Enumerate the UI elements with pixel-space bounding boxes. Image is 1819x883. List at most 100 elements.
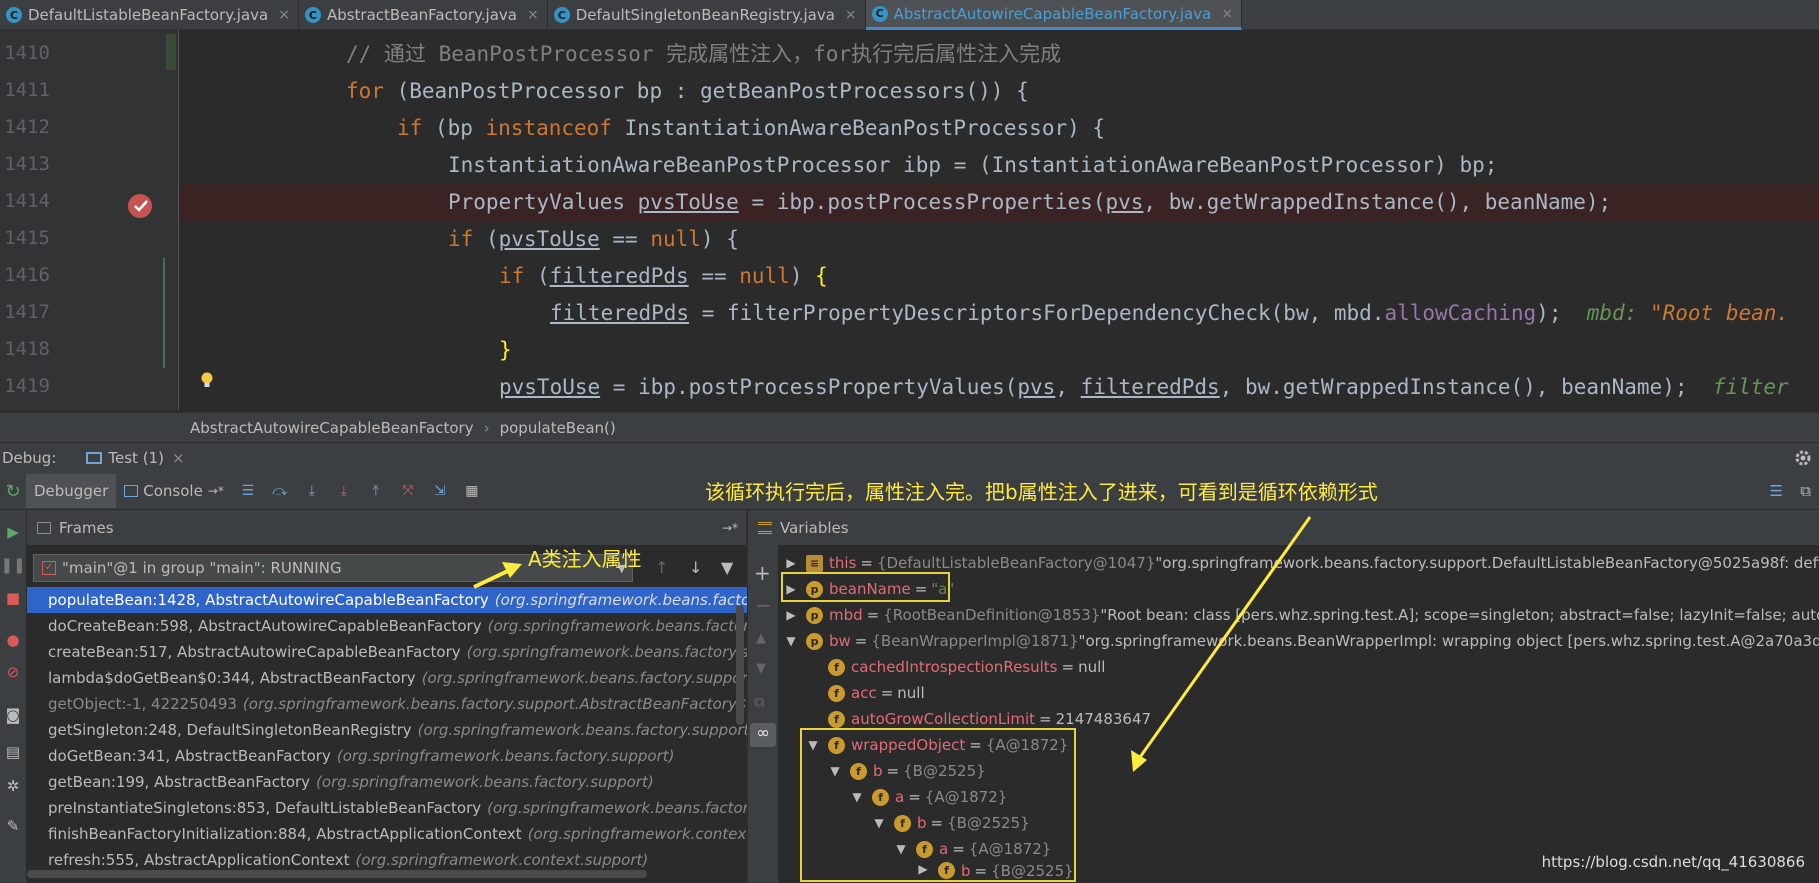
equals: = <box>860 554 873 572</box>
frame-package: (org.springframework.beans.factory.suppo… <box>421 669 747 687</box>
frame-package: (org.springframework.beans.factory.s <box>494 591 747 609</box>
tab-label: AbstractAutowireCapableBeanFactory.java <box>893 4 1212 23</box>
code-text: = ibp.postProcessPropertyValues( <box>600 375 1018 399</box>
line-number: 1411 <box>4 79 50 101</box>
remove-watch-icon[interactable]: − <box>755 593 772 617</box>
pin-icon[interactable]: →* <box>722 521 738 535</box>
code-text: InstantiationAwareBeanPostProcessor ibp … <box>448 153 1498 177</box>
rerun-icon[interactable]: ↻ <box>0 473 26 510</box>
code-text: ) { <box>700 227 739 251</box>
collapse-icon[interactable]: ▼ <box>784 634 798 648</box>
previous-frame-icon[interactable]: ↑ <box>655 558 668 577</box>
pause-icon[interactable]: ❚❚ <box>0 555 25 575</box>
frame-item[interactable]: finishBeanFactoryInitialization:884, Abs… <box>27 821 747 847</box>
tab-console[interactable]: Console →* <box>116 474 232 508</box>
variable-name: bw <box>829 632 851 650</box>
code-editor[interactable]: 1410 1411 1412 1413 1414 1415 1416 1417 … <box>0 30 1819 410</box>
highlight-box-beanname <box>781 572 950 602</box>
close-icon[interactable]: × <box>278 7 290 23</box>
close-icon[interactable]: × <box>845 7 857 23</box>
frame-item[interactable]: doCreateBean:598, AbstractAutowireCapabl… <box>27 613 747 639</box>
breadcrumb-class[interactable]: AbstractAutowireCapableBeanFactory <box>190 419 474 437</box>
code-text: , bw.getWrappedInstance(), beanName); <box>1143 190 1612 214</box>
move-down-icon[interactable]: ▼ <box>756 661 766 676</box>
class-icon: C <box>871 5 888 22</box>
keyword: if <box>397 116 423 140</box>
evaluate-expression-icon[interactable]: ▦ <box>463 482 481 500</box>
variable-type: {BeanWrapperImpl@1871} <box>871 632 1079 650</box>
frame-item[interactable]: getBean:199, AbstractBeanFactory (org.spr… <box>27 769 747 795</box>
keyword: if <box>448 227 474 251</box>
variable-value: "org.springframework.beans.BeanWrapperIm… <box>1078 632 1819 650</box>
step-over-icon[interactable]: ⤼ <box>271 482 289 500</box>
layout-icon[interactable]: ☰ <box>239 482 257 500</box>
frame-method: preInstantiateSingletons:853, DefaultLis… <box>48 799 482 817</box>
frame-method: getSingleton:248, DefaultSingletonBeanRe… <box>48 721 412 739</box>
breadcrumb-method[interactable]: populateBean() <box>500 419 616 437</box>
variable-row-bw[interactable]: ▼ p bw = {BeanWrapperImpl@1871} "org.spr… <box>784 628 1819 654</box>
variable-row-mbd[interactable]: ▶ p mbd = {RootBeanDefinition@1853} "Roo… <box>784 602 1819 628</box>
variable-row-acc[interactable]: f acc = null <box>828 680 925 706</box>
variable-row-cached[interactable]: f cachedIntrospectionResults = null <box>828 654 1105 680</box>
filter-icon[interactable]: ▼ <box>721 558 733 577</box>
tab-defaultsingletonbeanregistry[interactable]: C DefaultSingletonBeanRegistry.java × <box>548 0 866 30</box>
move-up-icon[interactable]: ▲ <box>756 631 766 646</box>
keyword: if <box>499 264 525 288</box>
pin-icon[interactable]: ✎ <box>3 816 23 836</box>
frame-item[interactable]: getSingleton:248, DefaultSingletonBeanRe… <box>27 717 747 743</box>
resume-icon[interactable]: ▶ <box>3 522 23 542</box>
restore-layout-icon[interactable]: ▤ <box>3 742 23 762</box>
frame-package: (org.springframework.context.su <box>527 825 747 843</box>
line-number: 1413 <box>4 153 50 175</box>
tab-abstractautowirecapablebeanfactory[interactable]: C AbstractAutowireCapableBeanFactory.jav… <box>865 0 1243 30</box>
frame-item[interactable]: lambda$doGetBean$0:344, AbstractBeanFact… <box>27 665 747 691</box>
expand-icon[interactable]: ▶ <box>784 556 798 570</box>
view-breakpoints-icon[interactable]: ● <box>3 630 23 650</box>
breakpoint-icon[interactable] <box>128 194 152 218</box>
gear-icon[interactable] <box>1793 448 1813 468</box>
close-icon[interactable]: × <box>172 449 185 467</box>
watches-toggle-icon[interactable]: ∞ <box>750 723 776 747</box>
variables-side-toolbar: + − ▲ ▼ ⧉ ∞ <box>748 545 778 883</box>
settings-icon[interactable]: ✲ <box>3 776 23 796</box>
run-config-icon <box>86 452 103 464</box>
frames-horizontal-scrollbar[interactable] <box>27 870 647 878</box>
mute-breakpoints-icon[interactable]: ⊘ <box>3 662 23 682</box>
debug-session-tab[interactable]: Test (1) × <box>86 449 185 467</box>
next-frame-icon[interactable]: ↓ <box>689 558 702 577</box>
variable: filteredPds <box>1080 375 1220 399</box>
tab-label: DefaultListableBeanFactory.java <box>28 6 269 24</box>
step-into-icon[interactable]: ⤓ <box>303 482 321 500</box>
camera-icon[interactable]: ◙ <box>3 705 23 725</box>
step-out-icon[interactable]: ⤒ <box>367 482 385 500</box>
tab-defaultlistablebeanfactory[interactable]: C DefaultListableBeanFactory.java × <box>0 0 299 30</box>
add-watch-icon[interactable]: + <box>754 561 771 585</box>
pin-icon[interactable]: →* <box>208 484 224 498</box>
inline-hint: filter <box>1712 375 1789 399</box>
stop-icon[interactable]: ■ <box>3 588 23 608</box>
frame-item[interactable]: createBean:517, AbstractAutowireCapableB… <box>27 639 747 665</box>
drop-frame-icon[interactable]: ⤧ <box>399 482 417 500</box>
close-icon[interactable]: × <box>1221 6 1233 22</box>
expand-icon[interactable]: ▶ <box>784 608 798 622</box>
frame-item[interactable]: preInstantiateSingletons:853, DefaultLis… <box>27 795 747 821</box>
copy-icon[interactable]: ⧉ <box>754 693 765 711</box>
frames-vertical-scrollbar[interactable] <box>736 605 744 725</box>
restore-layout-icon[interactable]: ☰ <box>1770 482 1783 500</box>
frame-item[interactable]: doGetBean:341, AbstractBeanFactory (org.s… <box>27 743 747 769</box>
code-line-1410: // 通过 BeanPostProcessor 完成属性注入，for执行完后属性… <box>179 36 1819 73</box>
close-icon[interactable]: × <box>527 7 539 23</box>
force-step-into-icon[interactable]: ⤓ <box>335 482 353 500</box>
tab-debugger[interactable]: Debugger <box>26 474 117 508</box>
settings-icon[interactable]: ⧉ <box>1800 482 1811 500</box>
tab-abstractbeanfactory[interactable]: C AbstractBeanFactory.java × <box>299 0 548 30</box>
code-line-1417: filteredPds = filterPropertyDescriptorsF… <box>179 295 1819 332</box>
line-number: 1418 <box>4 338 50 360</box>
frame-item[interactable]: populateBean:1428, AbstractAutowireCapab… <box>27 587 747 613</box>
code-line-1413: InstantiationAwareBeanPostProcessor ibp … <box>179 147 1819 184</box>
code-text: ( <box>524 264 550 288</box>
run-to-cursor-icon[interactable]: ⇲ <box>431 482 449 500</box>
frame-package: (org.springframework.beans.factory.suppo… <box>242 695 747 713</box>
editor-tab-bar: C DefaultListableBeanFactory.java × C Ab… <box>0 0 1819 30</box>
frame-item[interactable]: getObject:-1, 422250493 (org.springframew… <box>27 691 747 717</box>
